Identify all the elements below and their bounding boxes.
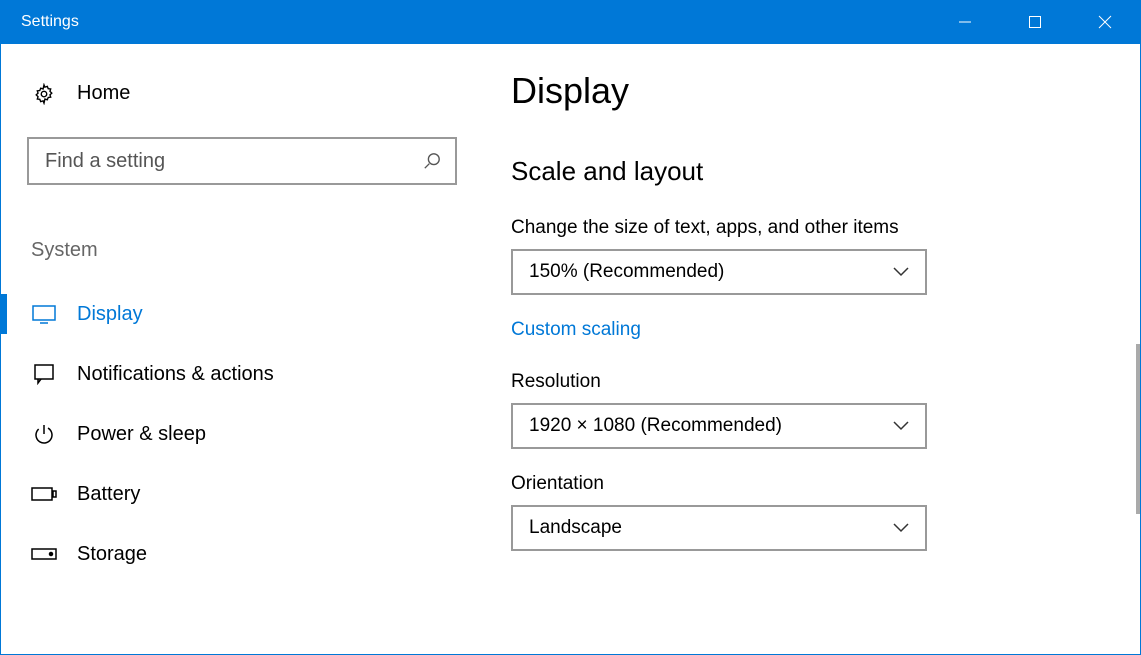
search-box[interactable] xyxy=(27,137,457,185)
orientation-label: Orientation xyxy=(511,473,1120,495)
sidebar-item-label: Battery xyxy=(77,483,140,506)
home-label: Home xyxy=(77,82,130,105)
resolution-label: Resolution xyxy=(511,371,1120,393)
custom-scaling-link[interactable]: Custom scaling xyxy=(511,319,1120,341)
notifications-icon xyxy=(31,363,57,385)
sidebar-item-label: Display xyxy=(77,303,143,326)
sidebar-item-label: Notifications & actions xyxy=(77,363,274,386)
settings-window: Settings Home xyxy=(0,0,1141,655)
battery-icon xyxy=(31,486,57,502)
sidebar-item-notifications[interactable]: Notifications & actions xyxy=(27,344,461,404)
sidebar: Home System Display xyxy=(1,44,471,654)
chevron-down-icon xyxy=(893,267,909,277)
window-body: Home System Display xyxy=(1,44,1140,654)
sidebar-item-label: Storage xyxy=(77,543,147,566)
scaling-dropdown[interactable]: 150% (Recommended) xyxy=(511,249,927,295)
scrollbar[interactable] xyxy=(1136,344,1140,514)
search-input[interactable] xyxy=(43,149,423,174)
category-label: System xyxy=(27,239,461,262)
minimize-icon xyxy=(958,15,972,29)
minimize-button[interactable] xyxy=(930,0,1000,44)
page-title: Display xyxy=(511,70,1120,112)
power-icon xyxy=(31,423,57,445)
scaling-value: 150% (Recommended) xyxy=(529,261,893,283)
content-pane: Display Scale and layout Change the size… xyxy=(471,44,1140,654)
orientation-dropdown[interactable]: Landscape xyxy=(511,505,927,551)
nav-list: Display Notifications & actions Power & … xyxy=(27,284,461,584)
resolution-value: 1920 × 1080 (Recommended) xyxy=(529,415,893,437)
sidebar-item-battery[interactable]: Battery xyxy=(27,464,461,524)
home-button[interactable]: Home xyxy=(27,70,461,117)
sidebar-item-display[interactable]: Display xyxy=(27,284,461,344)
titlebar: Settings xyxy=(1,0,1140,44)
maximize-icon xyxy=(1028,15,1042,29)
scaling-label: Change the size of text, apps, and other… xyxy=(511,217,1120,239)
orientation-value: Landscape xyxy=(529,517,893,539)
chevron-down-icon xyxy=(893,421,909,431)
search-icon xyxy=(423,152,441,170)
sidebar-item-power-sleep[interactable]: Power & sleep xyxy=(27,404,461,464)
gear-icon xyxy=(31,83,57,105)
section-title: Scale and layout xyxy=(511,156,1120,187)
close-icon xyxy=(1098,15,1112,29)
sidebar-item-label: Power & sleep xyxy=(77,423,206,446)
close-button[interactable] xyxy=(1070,0,1140,44)
chevron-down-icon xyxy=(893,523,909,533)
window-title: Settings xyxy=(1,13,79,31)
sidebar-item-storage[interactable]: Storage xyxy=(27,524,461,584)
storage-icon xyxy=(31,547,57,561)
resolution-dropdown[interactable]: 1920 × 1080 (Recommended) xyxy=(511,403,927,449)
maximize-button[interactable] xyxy=(1000,0,1070,44)
display-icon xyxy=(31,304,57,324)
